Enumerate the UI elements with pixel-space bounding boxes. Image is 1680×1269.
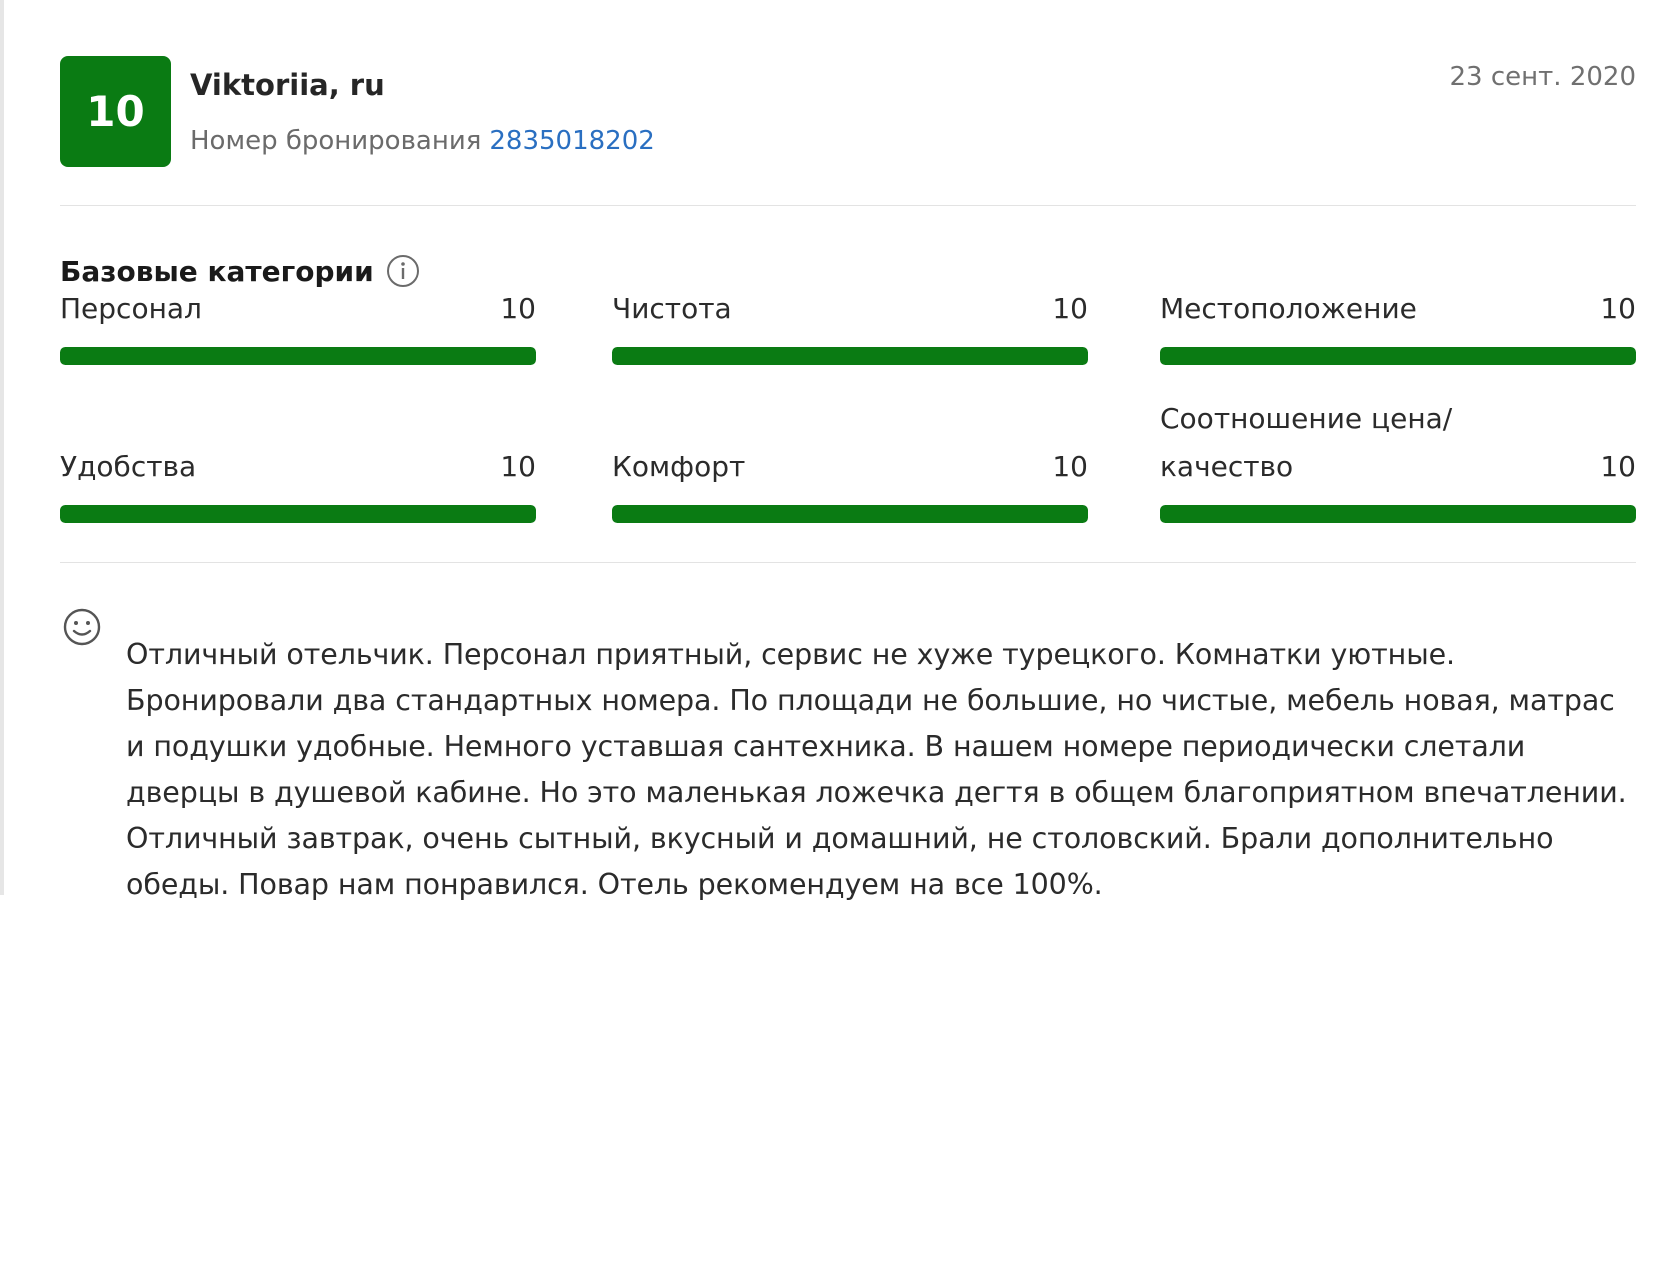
category-value: 10	[500, 292, 536, 325]
category-value: 10	[1052, 450, 1088, 483]
category-label: Комфорт	[612, 450, 746, 483]
category-value: 10	[500, 450, 536, 483]
info-icon[interactable]	[386, 254, 420, 288]
review-card: 10 Viktoriia, ru Номер бронирования 28350…	[60, 0, 1636, 936]
category-label: Персонал	[60, 292, 202, 325]
reviewer-name: Viktoriia, ru	[190, 68, 385, 102]
review-text: Отличный отельчик. Персонал приятный, се…	[126, 637, 1627, 901]
score-bar-fill	[60, 347, 536, 365]
category-value: 10	[1600, 292, 1636, 325]
score-bar-fill	[612, 505, 1088, 523]
booking-label: Номер бронирования	[190, 126, 482, 156]
category-staff: Персонал 10	[60, 291, 536, 365]
category-location: Местоположение 10	[1160, 291, 1636, 365]
categories-section: Базовые категории Персонал 10 Чистота 10…	[60, 206, 1636, 562]
booking-info: Номер бронирования 2835018202	[190, 126, 655, 156]
score-bar-fill	[60, 505, 536, 523]
categories-title-text: Базовые категории	[60, 254, 374, 288]
category-label: Чистота	[612, 292, 732, 325]
score-bar	[612, 347, 1088, 365]
category-label: Соотношение цена/ качество	[1160, 402, 1453, 483]
categories-title: Базовые категории	[60, 254, 420, 288]
score-bar	[60, 505, 536, 523]
score-bar	[612, 505, 1088, 523]
score-badge: 10	[60, 56, 171, 167]
review-page: 10 Viktoriia, ru Номер бронирования 28350…	[0, 0, 1680, 1269]
category-label: Удобства	[60, 450, 197, 483]
booking-number-link[interactable]: 2835018202	[489, 126, 654, 156]
review-date: 23 сент. 2020	[1449, 62, 1636, 92]
review-body: Отличный отельчик. Персонал приятный, се…	[60, 563, 1636, 908]
score-bar-fill	[1160, 347, 1636, 365]
category-label: Местоположение	[1160, 292, 1417, 325]
score-bar-fill	[612, 347, 1088, 365]
category-value: 10	[1600, 450, 1636, 483]
score-bar-fill	[1160, 505, 1636, 523]
smile-icon	[62, 607, 102, 647]
category-value-for-money: Соотношение цена/ качество 10	[1160, 402, 1636, 523]
left-border	[0, 0, 4, 895]
category-facilities: Удобства 10	[60, 449, 536, 523]
score-bar	[60, 347, 536, 365]
category-value: 10	[1052, 292, 1088, 325]
category-cleanliness: Чистота 10	[612, 291, 1088, 365]
score-bar	[1160, 347, 1636, 365]
score-bar	[1160, 505, 1636, 523]
category-comfort: Комфорт 10	[612, 449, 1088, 523]
review-header: 10 Viktoriia, ru Номер бронирования 28350…	[60, 0, 1636, 205]
